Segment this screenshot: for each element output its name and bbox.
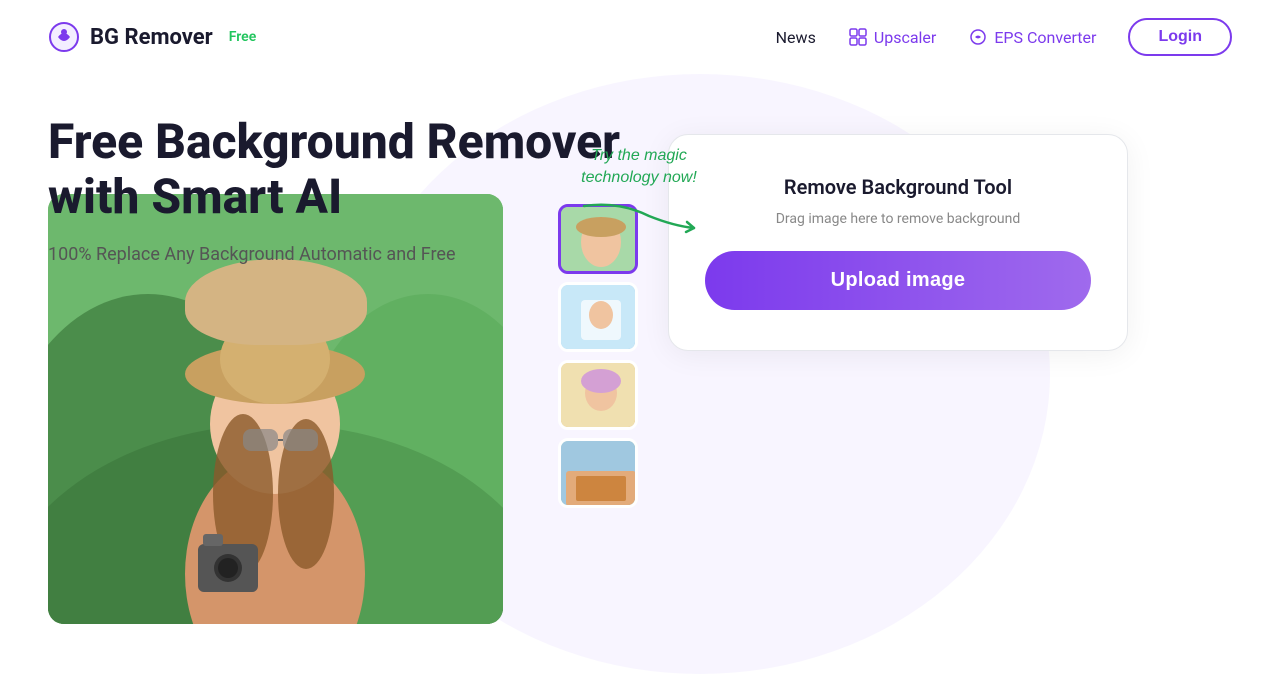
nav-eps-converter[interactable]: EPS Converter: [968, 27, 1096, 47]
upload-panel: Try the magic technology now! Remove Bac…: [668, 134, 1128, 351]
nav-links: News Upscaler EPS Converter Login: [776, 18, 1232, 56]
eps-converter-label: EPS Converter: [994, 28, 1096, 47]
panel-subtitle: Drag image here to remove background: [705, 211, 1091, 227]
navbar: BG Remover Free News Upscaler EPS Conver…: [0, 0, 1280, 74]
logo-icon: [48, 21, 80, 53]
hero-subtitle: 100% Replace Any Background Automatic an…: [48, 244, 648, 265]
free-badge: Free: [229, 29, 257, 45]
panel-title: Remove Background Tool: [705, 175, 1091, 199]
thumb-4[interactable]: [558, 438, 638, 508]
thumb-2[interactable]: [558, 282, 638, 352]
eps-icon: [968, 27, 988, 47]
image-collage: [48, 194, 638, 674]
upscaler-icon: [848, 27, 868, 47]
magic-handwritten: Try the magic technology now!: [549, 145, 729, 190]
hero-right: Try the magic technology now! Remove Bac…: [648, 94, 1280, 617]
thumb-3[interactable]: [558, 360, 638, 430]
upscaler-label: Upscaler: [874, 28, 937, 47]
magic-text-area: Try the magic technology now!: [549, 145, 729, 240]
upload-image-button[interactable]: Upload image: [705, 251, 1091, 310]
logo-area[interactable]: BG Remover Free: [48, 21, 256, 53]
magic-arrow-icon: [579, 196, 699, 236]
brand-name: BG Remover: [90, 25, 213, 50]
hero-section: Free Background Remover with Smart AI 10…: [0, 74, 1280, 617]
nav-upscaler[interactable]: Upscaler: [848, 27, 937, 47]
login-button[interactable]: Login: [1128, 18, 1232, 56]
nav-news[interactable]: News: [776, 28, 816, 47]
